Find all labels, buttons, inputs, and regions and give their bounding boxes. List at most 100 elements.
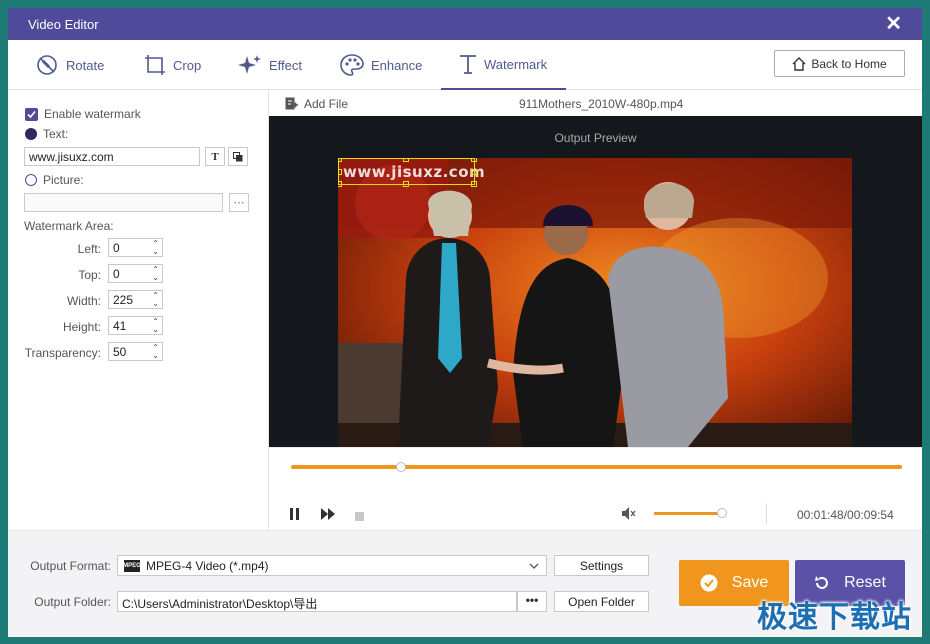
top-stepper[interactable]: 0 ⌃ ⌄ xyxy=(108,264,163,283)
tab-crop[interactable]: Crop xyxy=(143,40,201,90)
text-style-button[interactable] xyxy=(228,147,248,166)
text-option-row[interactable]: Text: xyxy=(25,127,68,141)
playback-time: 00:01:48/00:09:54 xyxy=(797,508,894,522)
close-icon[interactable]: ✕ xyxy=(885,14,902,34)
volume-track[interactable] xyxy=(654,512,722,515)
browse-folder-button[interactable]: ••• xyxy=(517,591,547,612)
pause-button[interactable] xyxy=(290,508,300,523)
stepper-arrows-icon[interactable]: ⌃ ⌄ xyxy=(152,240,159,256)
enable-watermark-row[interactable]: Enable watermark xyxy=(25,107,141,121)
height-label: Height: xyxy=(62,320,101,334)
add-file-button[interactable]: Add File xyxy=(285,97,348,111)
settings-button[interactable]: Settings xyxy=(554,555,649,576)
palette-icon xyxy=(340,54,364,76)
volume-button[interactable] xyxy=(622,507,638,523)
file-name: 911Mothers_2010W-480p.mp4 xyxy=(519,97,684,111)
font-button[interactable]: T xyxy=(205,147,225,166)
tab-watermark[interactable]: Watermark xyxy=(441,40,566,90)
open-folder-button[interactable]: Open Folder xyxy=(554,591,649,612)
checkmark-icon xyxy=(27,110,36,118)
width-value: 225 xyxy=(113,293,134,307)
reset-icon xyxy=(815,576,829,589)
toolbar: Rotate Crop Effect Enhance Watermark Bac… xyxy=(8,40,922,90)
stepper-arrows-icon[interactable]: ⌃ ⌄ xyxy=(152,266,159,282)
picture-radio[interactable] xyxy=(25,174,37,186)
text-radio[interactable] xyxy=(25,128,37,140)
output-format-label: Output Format: xyxy=(30,559,111,573)
stop-button[interactable] xyxy=(355,510,364,524)
height-stepper[interactable]: 41 ⌃ ⌄ xyxy=(108,316,163,335)
height-value: 41 xyxy=(113,319,127,333)
resize-handle[interactable] xyxy=(471,169,477,175)
tab-enhance[interactable]: Enhance xyxy=(339,40,422,90)
transparency-stepper[interactable]: 50 ⌃ ⌄ xyxy=(108,342,163,361)
enable-watermark-label: Enable watermark xyxy=(44,107,141,121)
fast-forward-button[interactable] xyxy=(321,508,335,523)
add-file-icon xyxy=(285,97,298,110)
tab-watermark-label: Watermark xyxy=(484,56,548,72)
copy-icon xyxy=(233,151,243,161)
width-stepper[interactable]: 225 ⌃ ⌄ xyxy=(108,290,163,309)
preview-panel: Add File 911Mothers_2010W-480p.mp4 Outpu… xyxy=(269,90,922,530)
fast-forward-icon xyxy=(321,508,335,520)
watermark-area-label: Watermark Area: xyxy=(24,219,114,233)
enable-watermark-checkbox[interactable] xyxy=(25,107,38,121)
text-t-icon xyxy=(460,55,476,74)
tab-rotate[interactable]: Rotate xyxy=(34,40,104,90)
stepper-arrows-icon[interactable]: ⌃ ⌄ xyxy=(152,318,159,334)
resize-handle[interactable] xyxy=(471,158,477,162)
output-folder-input[interactable]: C:\Users\Administrator\Desktop\导出 xyxy=(117,591,517,612)
picture-option-label: Picture: xyxy=(43,173,84,187)
resize-handle[interactable] xyxy=(403,181,409,187)
stepper-arrows-icon[interactable]: ⌃ ⌄ xyxy=(152,292,159,308)
resize-handle[interactable] xyxy=(338,181,342,187)
sparkle-icon xyxy=(238,55,261,74)
volume-knob[interactable] xyxy=(717,508,727,518)
output-preview: Output Preview www.jisuxz.com xyxy=(269,116,922,447)
left-stepper[interactable]: 0 ⌃ ⌄ xyxy=(108,238,163,257)
watermark-overlay-text: www.jisuxz.com xyxy=(343,163,486,181)
top-value: 0 xyxy=(113,267,120,281)
transparency-label: Transparency: xyxy=(24,346,101,360)
transparency-value: 50 xyxy=(113,345,127,359)
back-to-home-label: Back to Home xyxy=(811,56,887,71)
home-icon xyxy=(792,56,806,71)
crop-icon xyxy=(145,55,165,75)
site-watermark-logo: 极速下载站 xyxy=(757,600,912,635)
width-label: Width: xyxy=(66,294,101,308)
pause-icon xyxy=(290,508,299,520)
video-scene-image xyxy=(338,158,852,447)
left-value: 0 xyxy=(113,241,120,255)
progress-knob[interactable] xyxy=(395,462,406,472)
window-title: Video Editor xyxy=(28,17,99,32)
picture-path-input[interactable] xyxy=(24,193,223,212)
browse-picture-button[interactable]: ⋯ xyxy=(229,193,249,212)
resize-handle[interactable] xyxy=(471,181,477,187)
mpeg-format-icon: MPEG xyxy=(123,559,141,572)
resize-handle[interactable] xyxy=(338,169,342,175)
output-preview-label: Output Preview xyxy=(554,131,637,145)
controls-divider xyxy=(766,503,767,525)
tab-crop-label: Crop xyxy=(173,57,202,73)
tab-rotate-label: Rotate xyxy=(66,57,105,73)
playback-controls: 00:01:48/00:09:54 xyxy=(269,447,922,530)
output-format-select[interactable]: MPEG MPEG-4 Video (*.mp4) xyxy=(117,555,547,576)
watermark-settings-panel: Enable watermark Text: www.jisuxz.com T … xyxy=(8,90,269,530)
progress-track[interactable] xyxy=(291,465,902,469)
add-file-label: Add File xyxy=(304,97,349,111)
file-bar: Add File 911Mothers_2010W-480p.mp4 xyxy=(269,90,922,116)
watermark-selection-box[interactable]: www.jisuxz.com xyxy=(338,158,485,187)
stepper-arrows-icon[interactable]: ⌃ ⌄ xyxy=(152,344,159,360)
output-format-value: MPEG-4 Video (*.mp4) xyxy=(146,558,269,573)
back-to-home-button[interactable]: Back to Home xyxy=(774,50,905,77)
resize-handle[interactable] xyxy=(338,158,342,162)
tab-effect[interactable]: Effect xyxy=(237,40,302,90)
reset-label: Reset xyxy=(844,574,886,591)
tab-effect-label: Effect xyxy=(269,57,303,73)
video-frame: www.jisuxz.com xyxy=(338,158,852,447)
picture-option-row[interactable]: Picture: xyxy=(25,173,84,187)
watermark-text-input[interactable]: www.jisuxz.com xyxy=(24,147,200,166)
tab-enhance-label: Enhance xyxy=(371,57,423,73)
speaker-icon xyxy=(622,507,636,520)
resize-handle[interactable] xyxy=(403,158,409,162)
